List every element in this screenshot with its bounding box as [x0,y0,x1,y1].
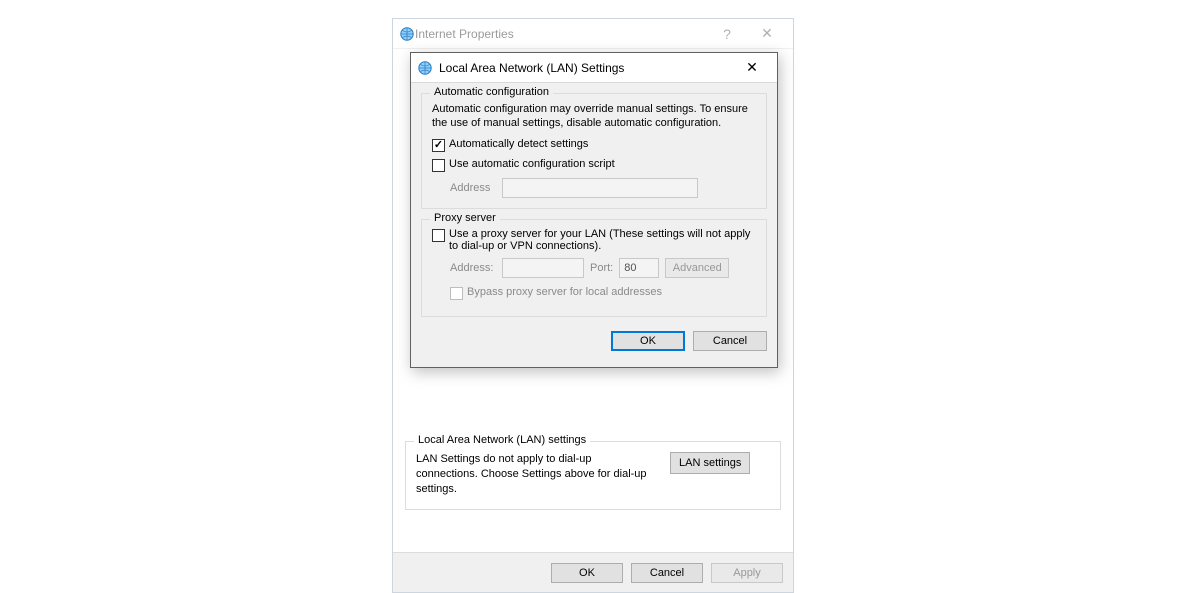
lan-settings-row: LAN Settings do not apply to dial-up con… [416,452,770,497]
lan-groupbox: Local Area Network (LAN) settings LAN Se… [405,441,781,510]
proxy-legend: Proxy server [430,212,500,224]
proxy-advanced-button[interactable]: Advanced [665,258,729,278]
proxy-bypass-label: Bypass proxy server for local addresses [467,286,662,298]
auto-address-row: Address [450,178,756,198]
lan-settings-dialog: Local Area Network (LAN) Settings ✕ Auto… [410,52,778,368]
proxy-bypass-checkbox[interactable] [450,287,463,300]
proxy-address-input[interactable] [502,258,584,278]
dialog-titlebar: Local Area Network (LAN) Settings ✕ [411,53,777,83]
auto-script-checkbox[interactable] [432,159,445,172]
auto-address-input[interactable] [502,178,698,198]
auto-config-help: Automatic configuration may override man… [432,102,756,130]
auto-config-fieldset: Automatic configuration Automatic config… [421,93,767,209]
dialog-buttonbar: OK Cancel [421,327,767,357]
proxy-use-label: Use a proxy server for your LAN (These s… [449,228,756,252]
auto-detect-row[interactable]: Automatically detect settings [432,138,756,152]
internet-options-icon [399,26,415,42]
dialog-cancel-button[interactable]: Cancel [693,331,767,351]
dialog-ok-button[interactable]: OK [611,331,685,351]
proxy-use-checkbox[interactable] [432,229,445,242]
auto-address-label: Address [450,182,496,194]
parent-ok-button[interactable]: OK [551,563,623,583]
parent-buttonbar: OK Cancel Apply [393,552,793,592]
proxy-address-label: Address: [450,262,496,274]
auto-detect-checkbox[interactable] [432,139,445,152]
lan-help-text: LAN Settings do not apply to dial-up con… [416,452,656,497]
auto-detect-label: Automatically detect settings [449,138,588,150]
help-button[interactable]: ? [707,26,747,42]
auto-script-row[interactable]: Use automatic configuration script [432,158,756,172]
proxy-fieldset: Proxy server Use a proxy server for your… [421,219,767,317]
dialog-body: Automatic configuration Automatic config… [411,83,777,367]
dialog-title: Local Area Network (LAN) Settings [439,61,731,75]
proxy-address-row: Address: Port: Advanced [450,258,756,278]
parent-apply-button[interactable]: Apply [711,563,783,583]
dialog-close-button[interactable]: ✕ [731,59,773,76]
parent-titlebar: Internet Properties ? ✕ [393,19,793,49]
globe-icon [417,60,433,76]
proxy-bypass-row[interactable]: Bypass proxy server for local addresses [450,286,756,300]
auto-config-legend: Automatic configuration [430,86,553,98]
proxy-use-row[interactable]: Use a proxy server for your LAN (These s… [432,228,756,252]
parent-title: Internet Properties [415,27,707,41]
lan-settings-button[interactable]: LAN settings [670,452,750,474]
close-button[interactable]: ✕ [747,25,787,42]
auto-script-label: Use automatic configuration script [449,158,615,170]
proxy-port-input[interactable] [619,258,659,278]
parent-cancel-button[interactable]: Cancel [631,563,703,583]
proxy-port-label: Port: [590,262,613,274]
lan-groupbox-legend: Local Area Network (LAN) settings [414,434,590,446]
